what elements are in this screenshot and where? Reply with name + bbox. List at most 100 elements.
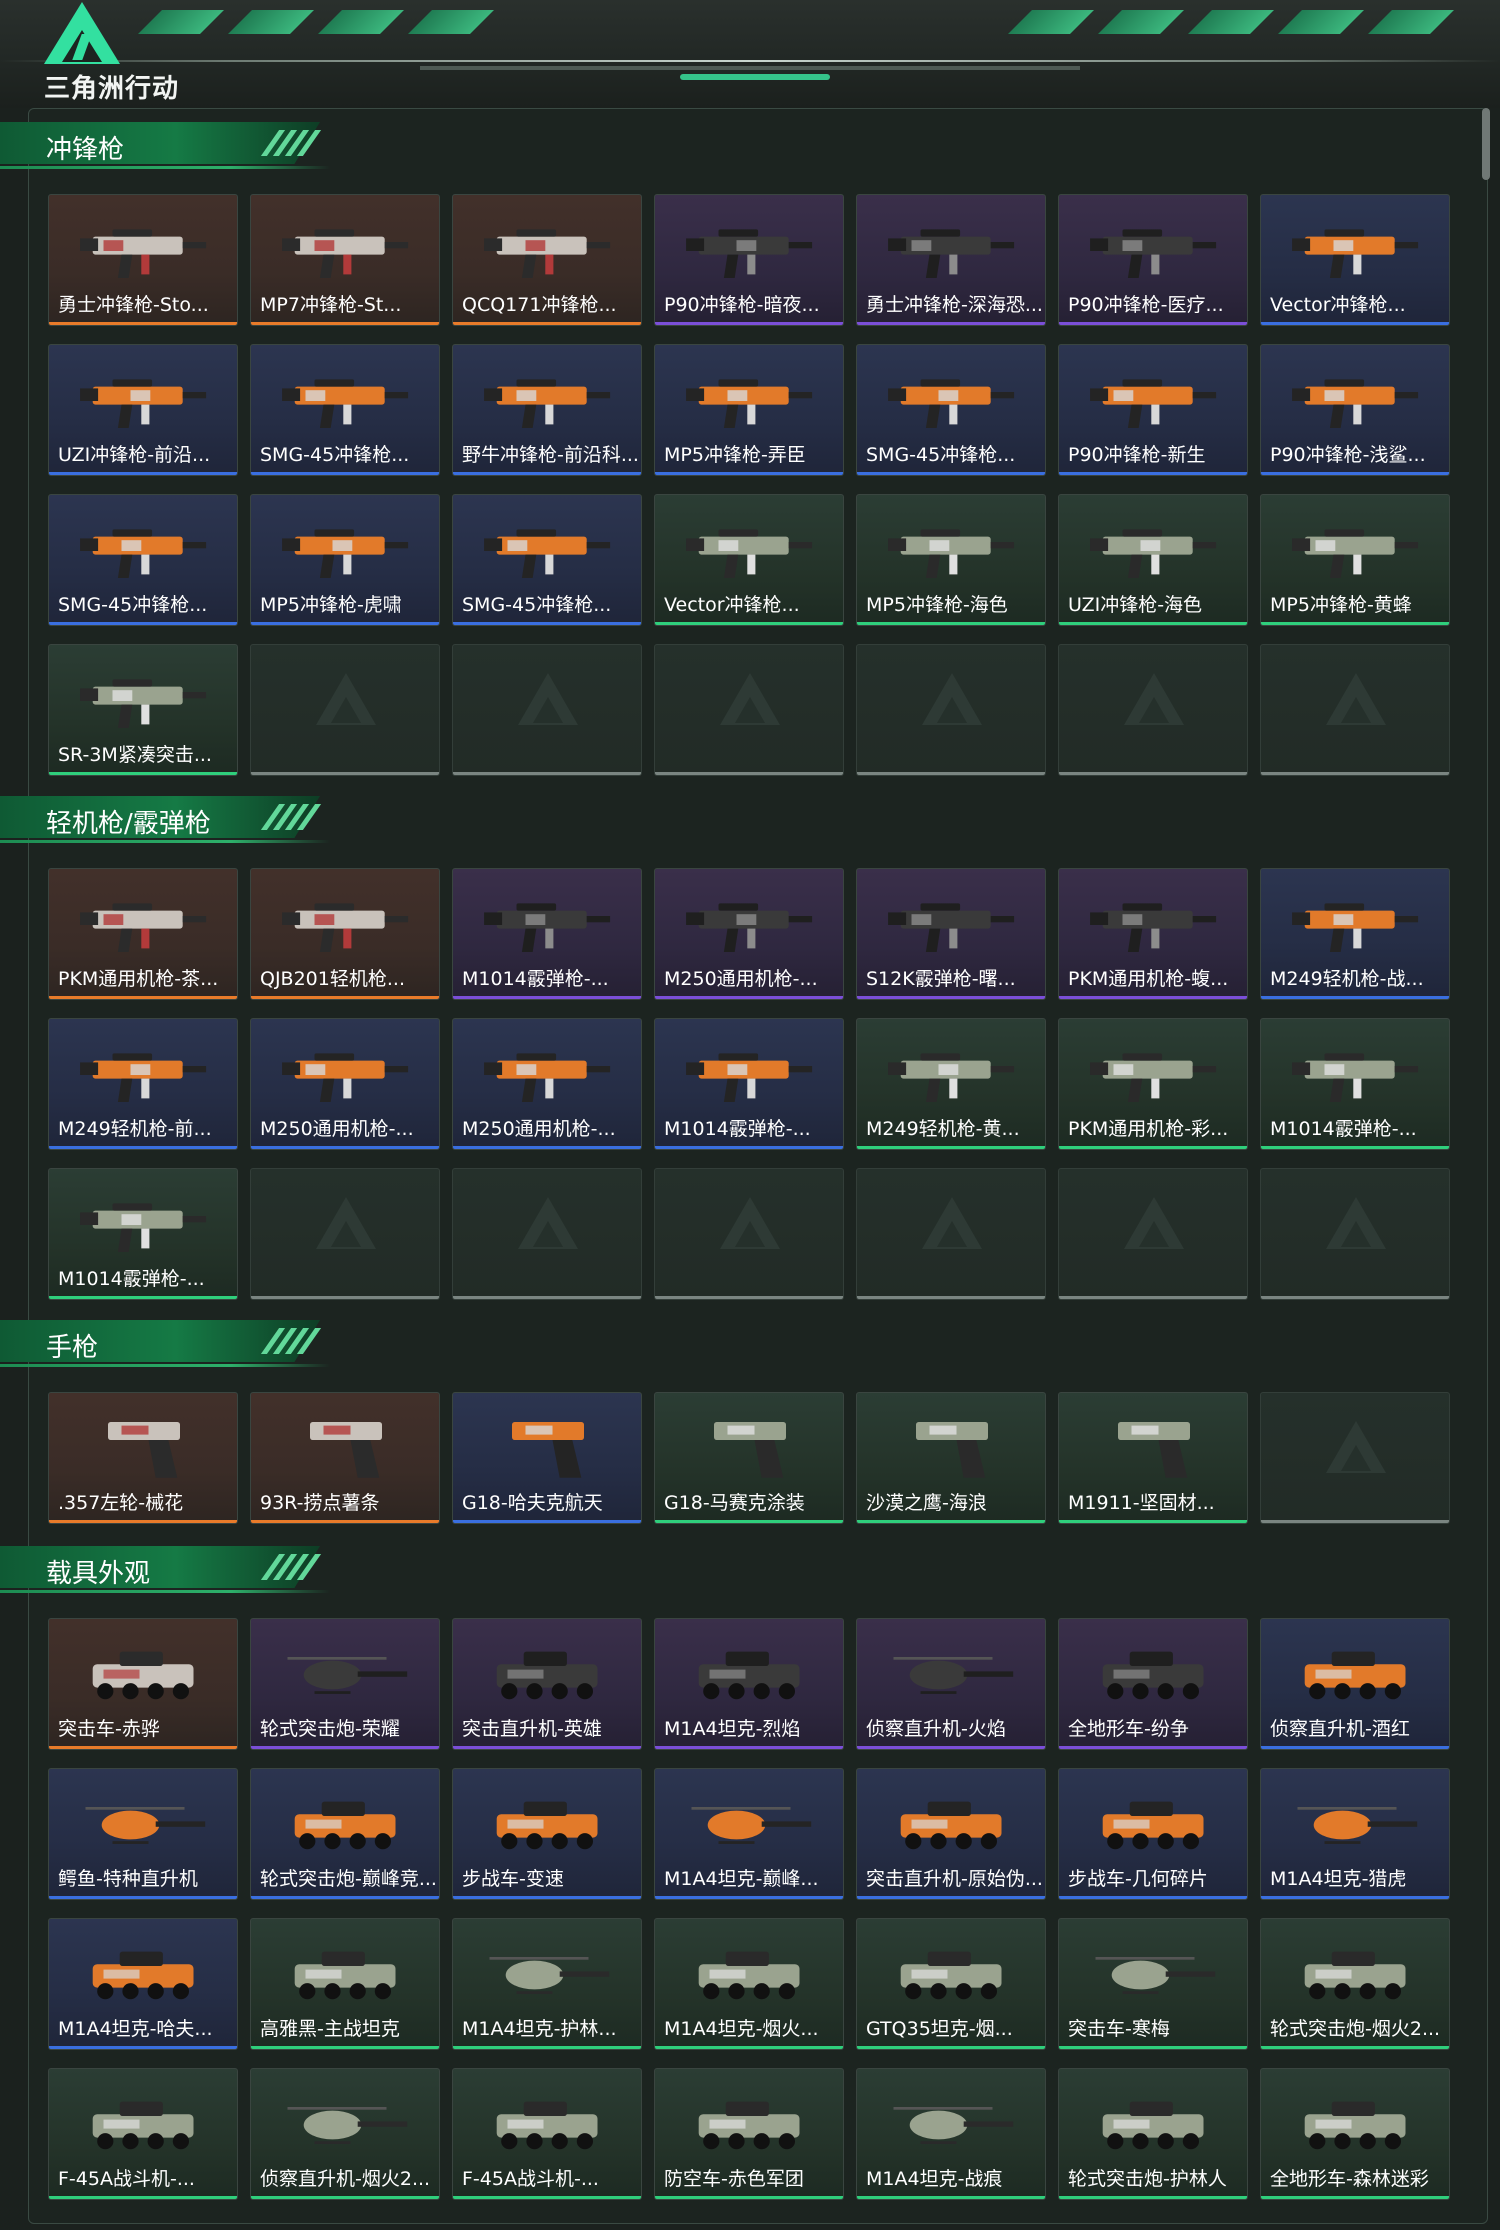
section-header-underline (0, 1364, 330, 1367)
gun-image (1292, 903, 1419, 952)
skin-card[interactable]: 野牛冲锋枪-前沿科... (452, 344, 642, 476)
vehicle-skid (1122, 1991, 1159, 1994)
skin-card[interactable]: F-45A战斗机-... (452, 2068, 642, 2200)
gun-body (496, 386, 587, 405)
skin-card[interactable]: P90冲锋枪-新生 (1058, 344, 1248, 476)
skin-card[interactable]: P90冲锋枪-浅鲨... (1260, 344, 1450, 476)
vehicle-rotor (893, 2107, 993, 2110)
section-header-underline (0, 840, 330, 843)
skin-card[interactable]: 沙漠之鹰-海浪 (856, 1392, 1046, 1524)
skin-card[interactable]: M1A4坦克-巅峰... (654, 1768, 844, 1900)
vehicle-wheel (703, 2133, 720, 2150)
gun-stock (484, 538, 503, 551)
skin-card[interactable]: 突击车-赤骅 (48, 1618, 238, 1750)
skin-name: QCQ171冲锋枪... (462, 294, 617, 316)
vehicle-skin-pattern (103, 2119, 140, 2129)
skin-name: 步战车-变速 (462, 1868, 564, 1890)
skin-card[interactable]: 勇士冲锋枪-深海恐... (856, 194, 1046, 326)
gun-magazine (1151, 404, 1160, 425)
skin-card[interactable]: 全地形车-纷争 (1058, 1618, 1248, 1750)
vehicle-rotor (287, 1657, 387, 1660)
skin-card[interactable]: 突击直升机-原始伪... (856, 1768, 1046, 1900)
skin-card[interactable]: 高雅黑-主战坦克 (250, 1918, 440, 2050)
skin-card[interactable]: M1A4坦克-猎虎 (1260, 1768, 1450, 1900)
skin-card[interactable]: M250通用机枪-... (250, 1018, 440, 1150)
skin-card[interactable]: M1911-坚固材... (1058, 1392, 1248, 1524)
skin-name: 轮式突击炮-护林人 (1068, 2168, 1227, 2190)
gun-sight (112, 229, 153, 237)
skin-card[interactable]: 侦察直升机-烟火2... (250, 2068, 440, 2200)
skin-card[interactable]: M1014霰弹枪-... (452, 868, 642, 1000)
skin-card[interactable]: P90冲锋枪-医疗... (1058, 194, 1248, 326)
skin-card[interactable]: SMG-45冲锋枪... (48, 494, 238, 626)
skin-card[interactable]: M1A4坦克-哈夫... (48, 1918, 238, 2050)
skin-card[interactable]: 轮式突击炮-护林人 (1058, 2068, 1248, 2200)
skin-card[interactable]: 93R-捞点薯条 (250, 1392, 440, 1524)
skin-card[interactable]: MP5冲锋枪-黄蜂 (1260, 494, 1450, 626)
skin-card[interactable]: Vector冲锋枪... (654, 494, 844, 626)
skin-card[interactable]: .357左轮-械花 (48, 1392, 238, 1524)
skin-card[interactable]: M1A4坦克-烟火... (654, 1918, 844, 2050)
skin-card[interactable]: MP5冲锋枪-虎啸 (250, 494, 440, 626)
skin-card[interactable]: M249轻机枪-黄... (856, 1018, 1046, 1150)
skin-card[interactable]: GTQ35坦克-烟... (856, 1918, 1046, 2050)
skin-card[interactable]: UZI冲锋枪-海色 (1058, 494, 1248, 626)
skin-card[interactable]: MP5冲锋枪-海色 (856, 494, 1046, 626)
skin-card[interactable]: UZI冲锋枪-前沿... (48, 344, 238, 476)
gun-skin-pattern (938, 390, 959, 401)
skin-card[interactable]: F-45A战斗机-... (48, 2068, 238, 2200)
skin-name: 步战车-几何碎片 (1068, 1868, 1208, 1890)
skin-card[interactable]: 侦察直升机-酒红 (1260, 1618, 1450, 1750)
vehicle-turret (1331, 1951, 1375, 1966)
skin-card[interactable]: 轮式突击炮-荣耀 (250, 1618, 440, 1750)
skin-card[interactable]: M250通用机枪-... (452, 1018, 642, 1150)
skin-card[interactable]: P90冲锋枪-暗夜... (654, 194, 844, 326)
skin-card[interactable]: M249轻机枪-前... (48, 1018, 238, 1150)
scrollbar-thumb[interactable] (1482, 108, 1490, 180)
skin-card[interactable]: 步战车-几何碎片 (1058, 1768, 1248, 1900)
skin-card[interactable]: M1014霰弹枪-... (48, 1168, 238, 1300)
skin-card[interactable]: M249轻机枪-战... (1260, 868, 1450, 1000)
skin-card[interactable]: MP7冲锋枪-St... (250, 194, 440, 326)
skin-card[interactable]: SMG-45冲锋枪... (452, 494, 642, 626)
skin-card[interactable]: M1A4坦克-战痕 (856, 2068, 1046, 2200)
vehicle-image (1102, 1801, 1204, 1850)
skin-card[interactable]: 突击车-寒梅 (1058, 1918, 1248, 2050)
skin-card[interactable]: SMG-45冲锋枪... (250, 344, 440, 476)
skin-card[interactable]: M1A4坦克-烈焰 (654, 1618, 844, 1750)
skin-card[interactable]: 突击直升机-英雄 (452, 1618, 642, 1750)
empty-slot (1260, 644, 1450, 776)
empty-slot (856, 644, 1046, 776)
skin-card[interactable]: 轮式突击炮-烟火2... (1260, 1918, 1450, 2050)
skin-card[interactable]: 鳄鱼-特种直升机 (48, 1768, 238, 1900)
skin-card[interactable]: G18-马赛克涂装 (654, 1392, 844, 1524)
skin-card[interactable]: M250通用机枪-... (654, 868, 844, 1000)
skin-card[interactable]: SR-3M紧凑突击... (48, 644, 238, 776)
skin-card[interactable]: MP5冲锋枪-弄臣 (654, 344, 844, 476)
skin-card[interactable]: 全地形车-森林迷彩 (1260, 2068, 1450, 2200)
skin-card[interactable]: 勇士冲锋枪-Sto... (48, 194, 238, 326)
skin-card[interactable]: M1014霰弹枪-... (1260, 1018, 1450, 1150)
gun-magazine (545, 254, 554, 275)
skin-card[interactable]: QCQ171冲锋枪... (452, 194, 642, 326)
skin-card[interactable]: M1014霰弹枪-... (654, 1018, 844, 1150)
skin-card[interactable]: 防空车-赤色军团 (654, 2068, 844, 2200)
rarity-bar (1261, 1746, 1449, 1749)
gun-sight (920, 1053, 961, 1061)
skin-name: M250通用机枪-... (462, 1118, 616, 1140)
gun-grip (521, 554, 537, 578)
skin-card[interactable]: 侦察直升机-火焰 (856, 1618, 1046, 1750)
skin-card[interactable]: QJB201轻机枪... (250, 868, 440, 1000)
skin-card[interactable]: G18-哈夫克航天 (452, 1392, 642, 1524)
skin-card[interactable]: SMG-45冲锋枪... (856, 344, 1046, 476)
skin-card[interactable]: M1A4坦克-护林... (452, 1918, 642, 2050)
skin-card[interactable]: PKM通用机枪-茶... (48, 868, 238, 1000)
skin-card[interactable]: PKM通用机枪-彩... (1058, 1018, 1248, 1150)
skin-card[interactable]: PKM通用机枪-蝮... (1058, 868, 1248, 1000)
skin-card[interactable]: Vector冲锋枪... (1260, 194, 1450, 326)
skin-card[interactable]: 步战车-变速 (452, 1768, 642, 1900)
vehicle-tail (963, 2121, 1014, 2127)
skin-card[interactable]: 轮式突击炮-巅峰竞... (250, 1768, 440, 1900)
skin-card[interactable]: S12K霰弹枪-曙... (856, 868, 1046, 1000)
vehicle-image (698, 2101, 800, 2150)
